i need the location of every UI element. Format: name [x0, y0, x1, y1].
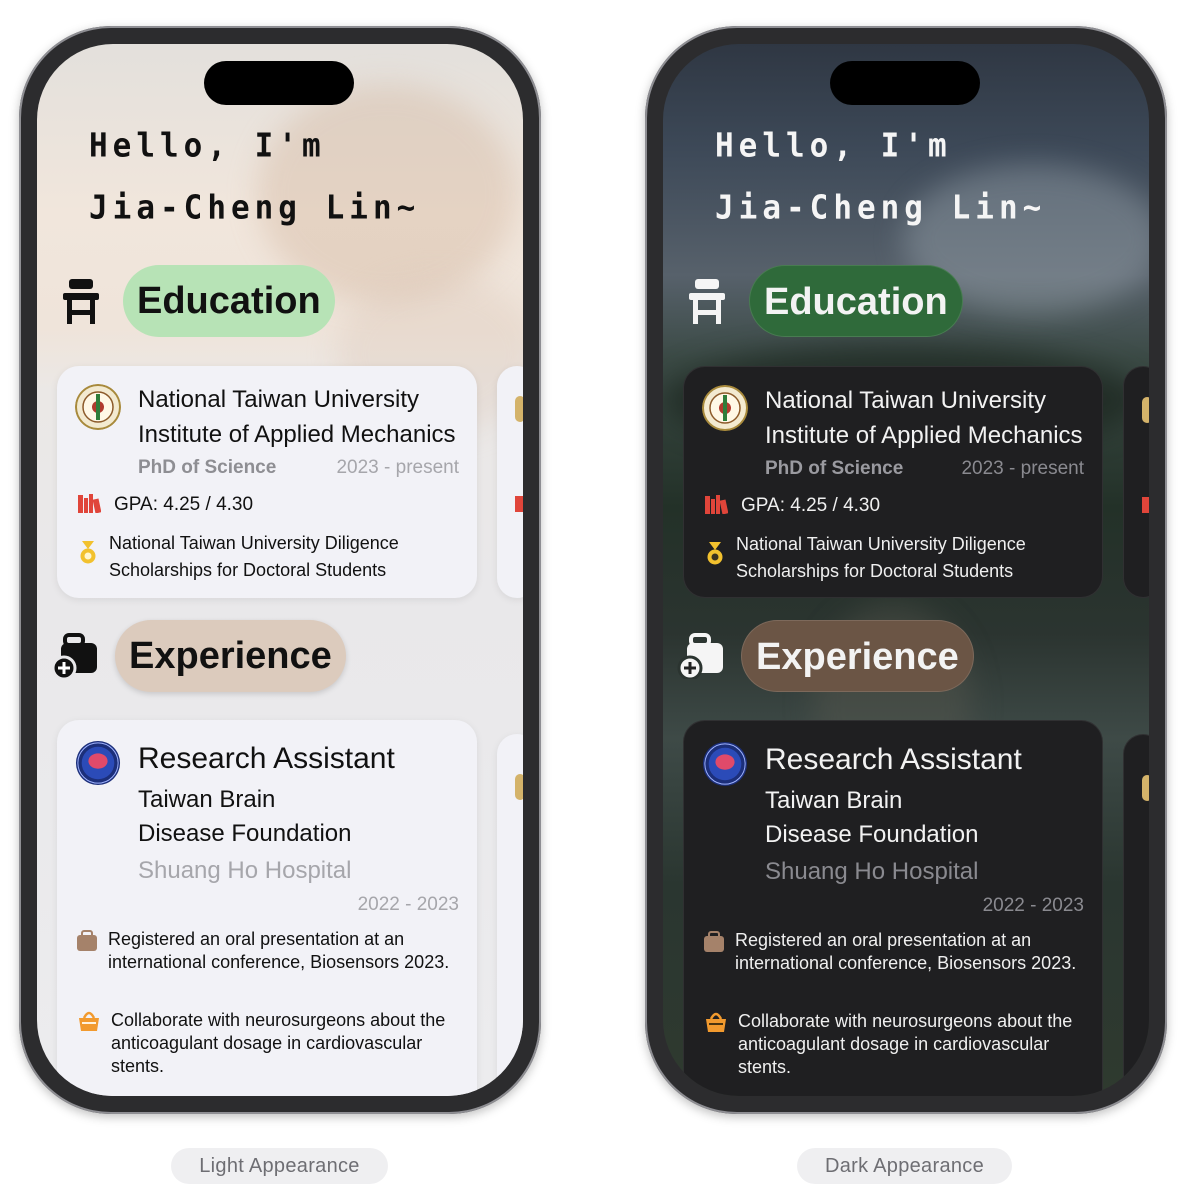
experience-item-1: Registered an oral presentation at an in…: [735, 930, 1077, 973]
desk-chair-icon: [63, 279, 99, 324]
role-title: Research Assistant: [138, 742, 395, 775]
briefcase-icon: [704, 931, 724, 952]
greeting-line-1: Hello, I'm: [89, 126, 326, 166]
next-card-logo: [515, 774, 523, 800]
medal-icon: [80, 541, 96, 564]
tbdf-logo: [75, 740, 121, 786]
experience-years: 2022 - 2023: [357, 894, 459, 915]
next-card-logo: [1142, 775, 1149, 801]
experience-section-title[interactable]: Experience: [115, 620, 346, 692]
scholarship-award: National Taiwan University Diligence Sch…: [736, 534, 1026, 581]
experience-item-2: Collaborate with neurosurgeons about the…: [111, 1010, 446, 1076]
desk-chair-icon: [689, 279, 725, 324]
books-icon: [78, 494, 101, 513]
degree-label: PhD of Science: [765, 458, 904, 479]
handbag-icon: [79, 1011, 99, 1031]
next-education-card[interactable]: [1123, 366, 1149, 598]
books-icon: [515, 496, 523, 512]
education-card[interactable]: National Taiwan University Institute of …: [57, 366, 477, 598]
ntu-logo: [702, 385, 748, 431]
next-education-card[interactable]: [497, 366, 523, 598]
education-section-title[interactable]: Education: [749, 265, 963, 337]
experience-years: 2022 - 2023: [982, 895, 1084, 916]
dark-appearance-caption: Dark Appearance: [797, 1148, 1012, 1184]
dynamic-island: [204, 61, 354, 105]
light-phone-frame: Hello, I'm Jia-Cheng Lin~ Education Nati…: [19, 26, 541, 1114]
organization-location: Shuang Ho Hospital: [138, 857, 352, 884]
experience-section-title[interactable]: Experience: [741, 620, 974, 692]
tbdf-logo: [702, 741, 748, 787]
medal-icon: [707, 542, 723, 565]
organization-line-2: Disease Foundation: [765, 821, 979, 848]
gpa-value: GPA: 4.25 / 4.30: [741, 495, 881, 516]
books-icon: [705, 495, 728, 514]
phone-screen: Hello, I'm Jia-Cheng Lin~ Education Nati…: [663, 44, 1149, 1096]
greeting-line-2: Jia-Cheng Lin~: [715, 188, 1047, 228]
education-section-title[interactable]: Education: [123, 265, 335, 337]
handbag-icon: [706, 1012, 726, 1032]
ntu-logo: [75, 384, 121, 430]
phone-screen: Hello, I'm Jia-Cheng Lin~ Education Nati…: [37, 44, 523, 1096]
institute-name: Institute of Applied Mechanics: [765, 422, 1083, 449]
light-appearance-caption: Light Appearance: [171, 1148, 388, 1184]
briefcase-icon: [77, 930, 97, 951]
experience-card[interactable]: Research Assistant Taiwan Brain Disease …: [57, 720, 477, 1096]
university-name: National Taiwan University: [138, 386, 420, 413]
dynamic-island: [830, 61, 980, 105]
education-years: 2023 - present: [961, 458, 1084, 479]
experience-item-2: Collaborate with neurosurgeons about the…: [738, 1011, 1073, 1077]
briefcase-plus-icon: [51, 633, 97, 679]
organization-line-2: Disease Foundation: [138, 820, 352, 847]
organization-line-1: Taiwan Brain: [138, 786, 276, 813]
education-card[interactable]: National Taiwan University Institute of …: [683, 366, 1103, 598]
next-experience-card[interactable]: [497, 734, 523, 1096]
next-card-logo: [515, 396, 523, 422]
gpa-value: GPA: 4.25 / 4.30: [114, 494, 254, 515]
dark-phone-frame: Hello, I'm Jia-Cheng Lin~ Education Nati…: [645, 26, 1167, 1114]
role-title: Research Assistant: [765, 743, 1022, 776]
greeting-line-1: Hello, I'm: [715, 126, 952, 166]
greeting-line-2: Jia-Cheng Lin~: [89, 188, 421, 228]
university-name: National Taiwan University: [765, 387, 1047, 414]
next-card-logo: [1142, 397, 1149, 423]
education-years: 2023 - present: [336, 457, 459, 478]
organization-location: Shuang Ho Hospital: [765, 858, 979, 885]
experience-item-1: Registered an oral presentation at an in…: [108, 929, 450, 972]
next-experience-card[interactable]: [1123, 734, 1149, 1096]
organization-line-1: Taiwan Brain: [765, 787, 903, 814]
experience-card[interactable]: Research Assistant Taiwan Brain Disease …: [683, 720, 1103, 1096]
scholarship-award: National Taiwan University Diligence Sch…: [109, 533, 399, 580]
briefcase-plus-icon: [677, 633, 723, 679]
books-icon: [1142, 497, 1149, 513]
institute-name: Institute of Applied Mechanics: [138, 421, 456, 448]
degree-label: PhD of Science: [138, 457, 277, 478]
